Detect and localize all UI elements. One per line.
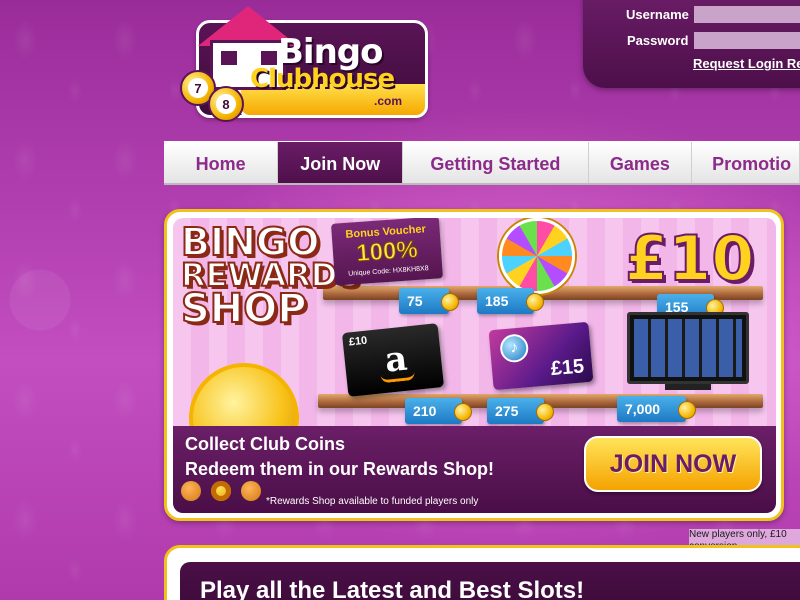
television-prize [627,312,749,384]
nav-item-games[interactable]: Games [589,142,693,183]
bingo-ball-number: 8 [216,94,236,114]
price-tag: 7,000 [617,396,697,422]
banner-caption-bar: Collect Club Coins Redeem them in our Re… [173,426,776,513]
banner-caption: Collect Club Coins Redeem them in our Re… [185,432,494,482]
price-tag-value: 185 [485,293,509,309]
coin-icon [536,403,555,421]
rewards-disclaimer: *Rewards Shop available to funded player… [266,496,479,507]
price-tag: 210 [405,398,473,424]
terms-line: New players only, £10 [689,529,787,540]
nav-item-promotions[interactable]: Promotio [692,142,800,183]
carousel-dot[interactable] [241,481,261,501]
password-label: Password [627,33,689,48]
itunes-gift-card: ♪ £15 [488,321,594,391]
price-tag-value: 7,000 [625,401,661,417]
house-window [221,51,237,65]
username-label: Username [626,7,689,22]
price-tag: 185 [477,288,545,314]
login-panel: Username Password Request Login Re [583,0,800,88]
tv-stand [665,384,711,390]
username-input[interactable] [694,6,800,23]
carousel-dot[interactable] [181,481,201,501]
bonus-voucher: Bonus Voucher 100% Unique Code: HX8KH8X8 [330,218,444,286]
coin-icon [454,403,473,421]
nav-item-join-now[interactable]: Join Now [278,142,404,183]
tv-screen [634,319,742,377]
logo-text-clubhouse: Clubhouse [250,64,395,94]
logo-text-dotcom: .com [374,94,403,108]
gift-card-amount: £10 [348,334,368,349]
title-line: BINGO [180,220,320,264]
music-note-icon: ♪ [499,333,530,364]
gift-card-amount: £15 [549,355,586,381]
nav-item-getting-started[interactable]: Getting Started [403,142,589,183]
price-tag-value: 75 [407,293,423,309]
caption-line: Collect Club Coins [185,434,346,454]
price-tag-value: 210 [413,403,437,419]
bingo-ball-icon: 8 [208,86,244,122]
carousel-dots [181,481,261,501]
coin-icon [440,293,459,311]
title-line: SHOP [180,286,308,333]
price-tag: 75 [399,288,459,314]
coin-icon [678,401,697,419]
rewards-shop-banner[interactable]: BINGO REWARDS SHOP Bonus Voucher 100% Un… [173,218,776,513]
house-window [261,51,277,65]
coin-icon [526,293,545,311]
password-input[interactable] [694,32,800,49]
price-tag-value: 275 [495,403,519,419]
bingo-ball-number: 7 [188,78,208,98]
carousel-dot-active[interactable] [211,481,231,501]
rewards-shop-title: BINGO REWARDS SHOP [180,220,361,333]
amazon-gift-card: £10 a [341,323,445,397]
slots-heading: Play all the Latest and Best Slots! [200,577,585,600]
ten-pound-prize: £10 [624,221,755,296]
request-login-link[interactable]: Request Login Re [693,56,800,71]
prize-wheel-icon [499,218,575,294]
price-tag: 275 [487,398,555,424]
caption-line: Redeem them in our Rewards Shop! [185,459,495,480]
nav-item-home[interactable]: Home [164,142,279,183]
join-now-button[interactable]: JOIN NOW [584,436,762,492]
main-nav: Home Join Now Getting Started Games Prom… [164,141,800,185]
site-logo[interactable]: Bingo Clubhouse .com 7 8 [178,6,430,130]
